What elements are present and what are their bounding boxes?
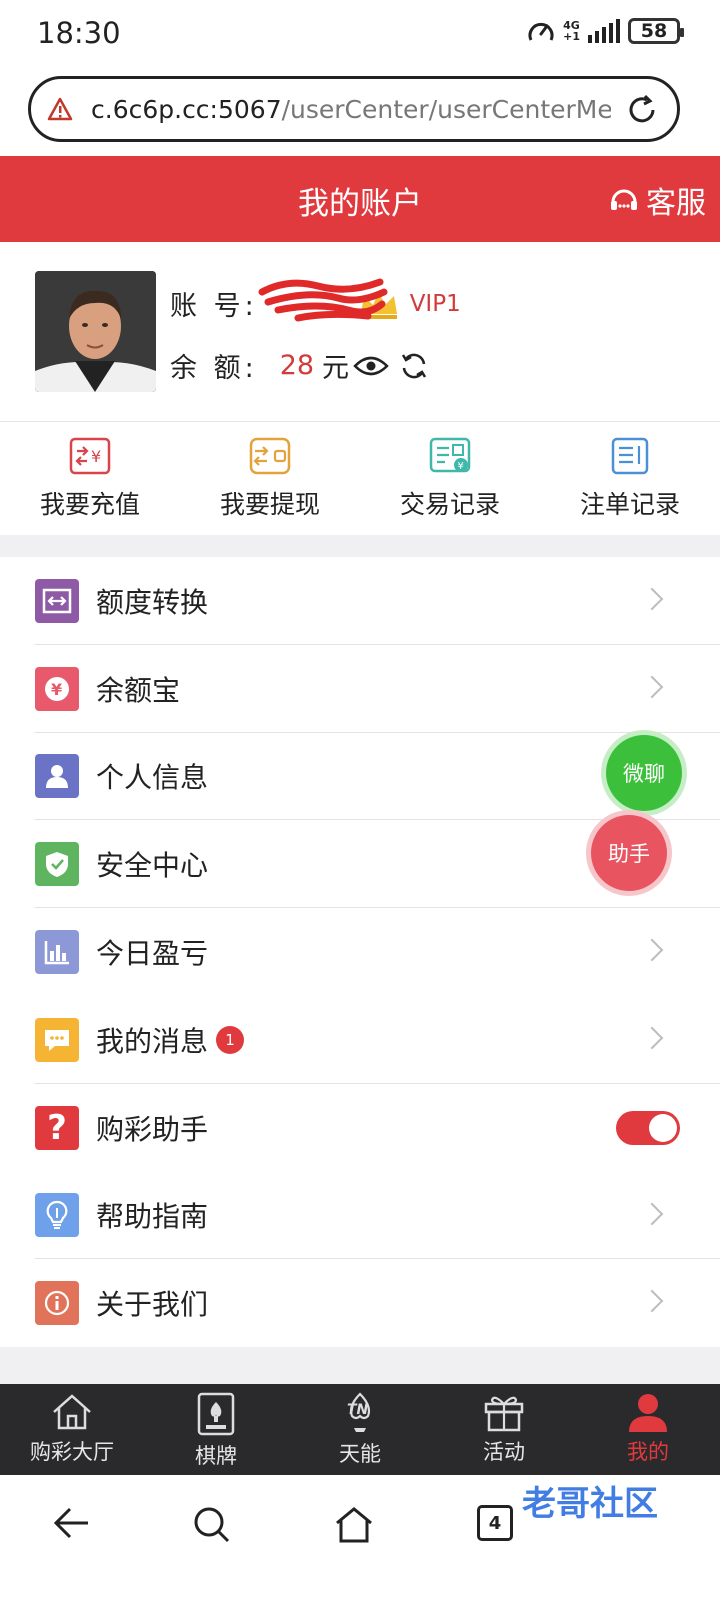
tab-activities[interactable]: 活动 — [432, 1384, 576, 1475]
network-indicator: 4G +1 — [563, 19, 580, 43]
page-header: 我的账户 客服 — [0, 156, 720, 242]
chevron-right-icon — [640, 1202, 664, 1225]
svg-text:¥: ¥ — [91, 447, 101, 466]
svg-text:¥: ¥ — [458, 461, 464, 472]
bet-record-icon — [611, 437, 649, 475]
battery-icon: 58 — [628, 18, 684, 44]
tab-chess-cards[interactable]: 棋牌 — [144, 1384, 288, 1475]
chevron-right-icon — [640, 675, 664, 699]
headset-icon — [611, 189, 637, 210]
recharge-button[interactable]: ¥ 我要充值 — [0, 423, 180, 535]
profile-card: 账 号: VIP1 余 额: 28 元 — [0, 242, 720, 422]
svg-text:¥: ¥ — [51, 680, 62, 699]
redacted-scribble — [258, 278, 388, 322]
transaction-record-icon: ¥ — [429, 437, 471, 473]
info-icon — [35, 1281, 79, 1326]
chevron-right-icon — [640, 938, 664, 962]
balance-unit: 元 — [322, 353, 350, 384]
search-icon[interactable] — [192, 1505, 232, 1545]
address-bar[interactable]: c.6c6p.cc:5067/userCenter/userCenterMen — [28, 76, 680, 142]
warning-icon[interactable] — [47, 97, 73, 121]
chevron-right-icon — [640, 1290, 664, 1313]
speed-icon — [528, 22, 554, 41]
balance-value: 28 — [279, 350, 315, 381]
vip-level: VIP1 — [409, 290, 461, 317]
account-label: 账 号: — [170, 291, 258, 322]
svg-text:TN: TN — [347, 1402, 369, 1418]
question-icon: ? — [35, 1105, 79, 1150]
menu-item-lottery-assistant[interactable]: ? 购彩助手 — [0, 1084, 720, 1172]
bet-record-button[interactable]: 注单记录 — [540, 423, 720, 535]
section-divider — [0, 1347, 720, 1384]
transaction-record-button[interactable]: ¥ 交易记录 — [360, 423, 540, 535]
bottom-tab-bar: 购彩大厅 棋牌 TN 天能 活动 我的 — [0, 1384, 720, 1475]
menu-item-yuebao[interactable]: ¥ 余额宝 — [0, 645, 720, 733]
lightbulb-icon — [35, 1193, 79, 1238]
bar-chart-icon — [35, 930, 79, 975]
recharge-icon: ¥ — [69, 437, 111, 475]
menu-item-daily-pnl[interactable]: 今日盈亏 — [0, 908, 720, 996]
refresh-icon[interactable] — [399, 351, 429, 381]
customer-service-button[interactable]: 客服 — [608, 178, 706, 222]
watermark-logo: 老哥社区 — [522, 1483, 658, 1524]
account-row: 账 号: VIP1 — [170, 278, 461, 323]
assistant-toggle[interactable] — [616, 1110, 680, 1145]
person-icon — [35, 754, 79, 799]
menu-list: 额度转换 ¥ 余额宝 个人信息 安全中心 今日盈亏 我的消息 1 ? 购彩助手 … — [0, 557, 720, 1347]
gift-icon — [484, 1396, 524, 1432]
home-nav-icon[interactable] — [333, 1505, 375, 1545]
url-text[interactable]: c.6c6p.cc:5067/userCenter/userCenterMen — [91, 95, 611, 124]
status-icons: 4G +1 58 — [527, 18, 684, 44]
user-icon — [629, 1394, 667, 1432]
cards-icon — [197, 1392, 235, 1436]
unread-badge: 1 — [216, 1025, 245, 1054]
eye-icon[interactable] — [353, 354, 389, 378]
quick-actions: ¥ 我要充值 我要提现 ¥ 交易记录 注单记录 — [0, 423, 720, 535]
tab-mine[interactable]: 我的 — [576, 1384, 720, 1475]
balance-row: 余 额: 28 元 — [170, 346, 429, 385]
status-bar: 18:30 4G +1 58 — [0, 0, 720, 70]
signal-icon — [588, 19, 620, 43]
section-divider — [0, 535, 720, 557]
withdraw-icon — [249, 437, 291, 475]
tab-lottery-hall[interactable]: 购彩大厅 — [0, 1384, 144, 1475]
avatar[interactable] — [35, 271, 156, 392]
floating-helper-button[interactable]: 助手 — [591, 815, 667, 891]
back-arrow-icon[interactable] — [52, 1505, 92, 1541]
message-icon — [35, 1017, 79, 1062]
status-time: 18:30 — [37, 16, 121, 50]
floating-chat-button[interactable]: 微聊 — [606, 735, 682, 811]
tn-icon: TN — [347, 1392, 371, 1432]
reload-icon[interactable] — [625, 93, 659, 127]
chevron-right-icon — [640, 587, 664, 611]
menu-item-transfer[interactable]: 额度转换 — [0, 557, 720, 645]
yuan-icon: ¥ — [35, 666, 79, 711]
balance-label: 余 额: — [170, 353, 258, 384]
shield-icon — [35, 842, 79, 887]
tab-tianneng[interactable]: TN 天能 — [288, 1384, 432, 1475]
withdraw-button[interactable]: 我要提现 — [180, 423, 360, 535]
home-icon — [53, 1394, 91, 1430]
menu-item-about-us[interactable]: 关于我们 — [0, 1259, 720, 1347]
menu-item-messages[interactable]: 我的消息 1 — [0, 996, 720, 1084]
transfer-icon — [35, 578, 79, 623]
chevron-right-icon — [640, 1026, 664, 1050]
menu-item-help-guide[interactable]: 帮助指南 — [0, 1172, 720, 1260]
